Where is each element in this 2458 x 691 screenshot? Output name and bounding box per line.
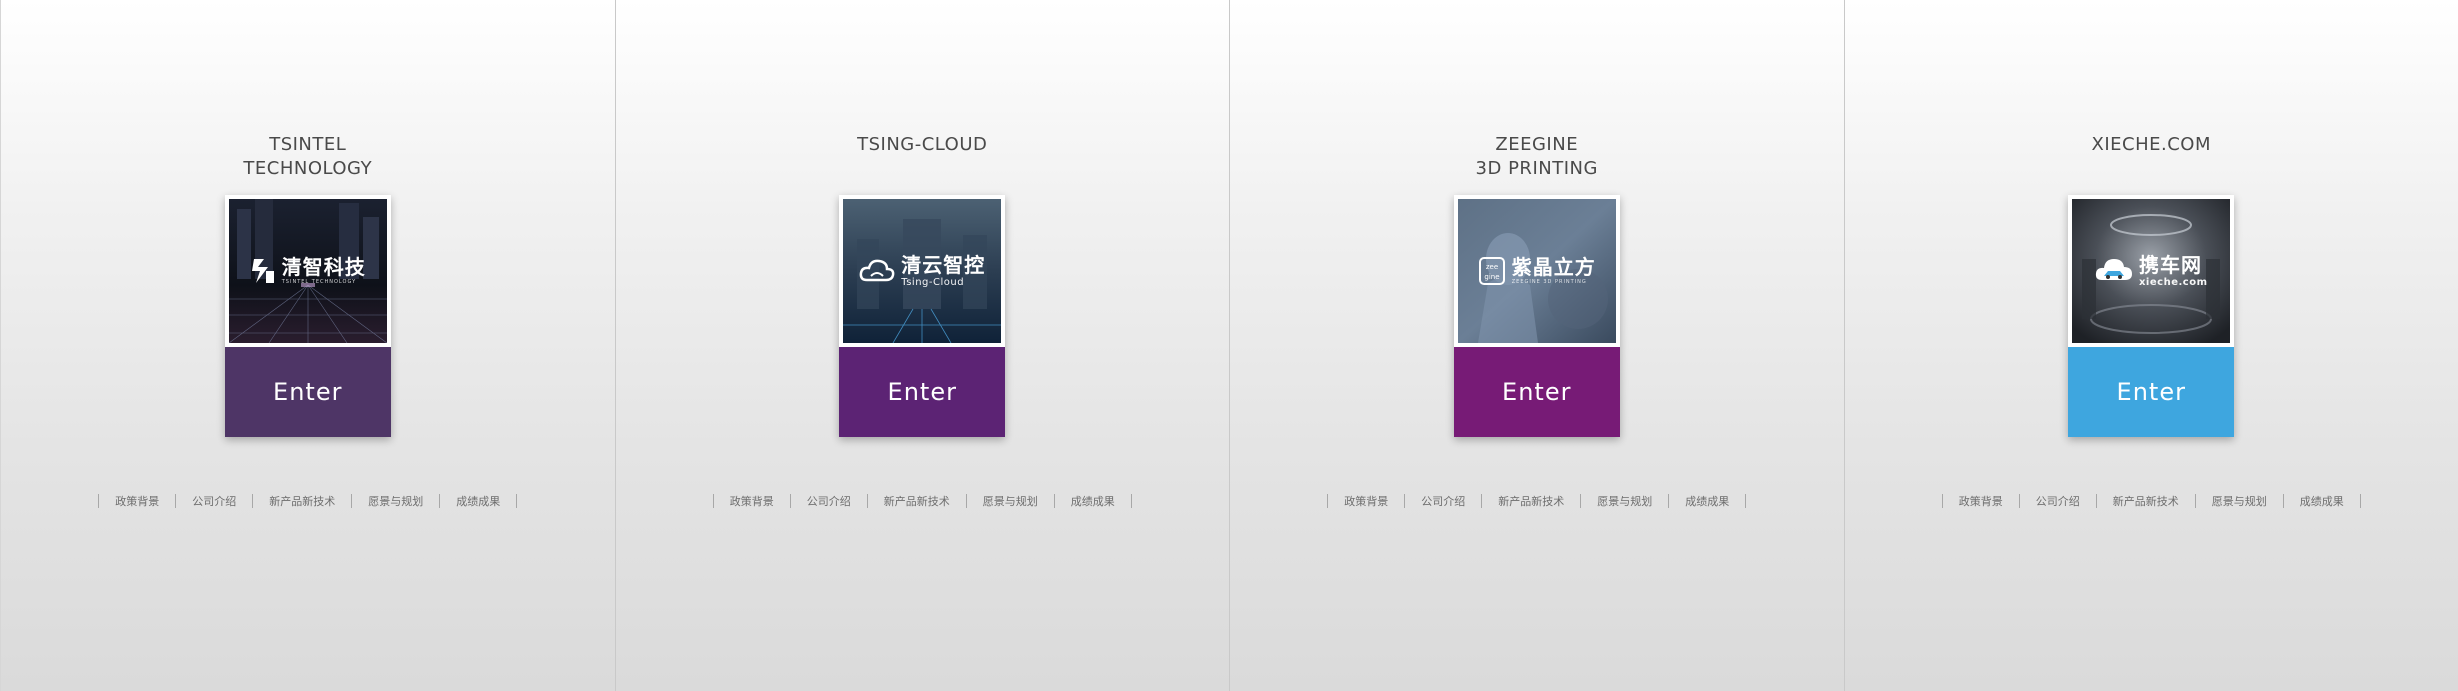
panel-nav: 政策背景 公司介绍 新产品新技术 愿景与规划 成绩成果 bbox=[1230, 493, 1844, 509]
zeegine-logo-icon: zee gine bbox=[1478, 257, 1505, 285]
title-line: ZEEGINE bbox=[1495, 134, 1579, 155]
logo-chinese-text: 清云智控 bbox=[901, 252, 986, 277]
company-card: 清云智控 Tsing-Cloud Enter bbox=[839, 195, 1006, 437]
nav-item-products[interactable]: 新产品新技术 bbox=[2097, 493, 2195, 509]
title-line: TSINTEL bbox=[269, 134, 347, 155]
logo-chinese-text: 紫晶立方 bbox=[1511, 255, 1596, 279]
title-line: TSING-CLOUD bbox=[857, 134, 988, 155]
nav-item-vision[interactable]: 愿景与规划 bbox=[967, 493, 1054, 509]
tsing-cloud-logo: 清云智控 Tsing-Cloud bbox=[859, 254, 985, 289]
logo-english-text: ZEEGINE 3D PRINTING bbox=[1511, 279, 1587, 285]
tsintel-logo-icon bbox=[251, 259, 274, 283]
title-line: TECHNOLOGY bbox=[243, 158, 373, 179]
nav-item-policy[interactable]: 政策背景 bbox=[1328, 493, 1404, 509]
nav-divider bbox=[2359, 494, 2361, 508]
zeegine-logo: zee gine 紫晶立方 ZEEGINE 3D PRINTING bbox=[1478, 256, 1596, 286]
panel-title: XIECHE.COM bbox=[1845, 133, 2458, 157]
panel-nav: 政策背景 公司介绍 新产品新技术 愿景与规划 成绩成果 bbox=[616, 493, 1230, 509]
company-card: 清智科技 TSINTEL TECHNOLOGY Enter bbox=[224, 195, 391, 437]
nav-item-achievements[interactable]: 成绩成果 bbox=[1055, 493, 1131, 509]
nav-item-vision[interactable]: 愿景与规划 bbox=[352, 493, 439, 509]
panel-tsintel: TSINTEL TECHNOLOGY 清智科技 TSINTEL TECHNOLO… bbox=[0, 0, 615, 691]
logo-english-text: Tsing-Cloud bbox=[901, 276, 965, 288]
page: TSINTEL TECHNOLOGY 清智科技 TSINTEL TECHNOLO… bbox=[0, 0, 2458, 691]
nav-item-achievements[interactable]: 成绩成果 bbox=[440, 493, 516, 509]
nav-item-policy[interactable]: 政策背景 bbox=[99, 493, 175, 509]
panel-nav: 政策背景 公司介绍 新产品新技术 愿景与规划 成绩成果 bbox=[1, 493, 615, 509]
svg-text:gine: gine bbox=[1484, 273, 1499, 281]
nav-divider bbox=[1130, 494, 1132, 508]
xieche-logo: 携车网 xieche.com bbox=[2095, 254, 2208, 289]
enter-button[interactable]: Enter bbox=[839, 347, 1006, 437]
company-thumbnail[interactable]: 携车网 xieche.com bbox=[2068, 195, 2235, 347]
enter-button[interactable]: Enter bbox=[1453, 347, 1620, 437]
nav-item-policy[interactable]: 政策背景 bbox=[714, 493, 790, 509]
logo-english-text: xieche.com bbox=[2138, 276, 2208, 288]
nav-item-about[interactable]: 公司介绍 bbox=[176, 493, 252, 509]
logo-english-text: TSINTEL TECHNOLOGY bbox=[281, 279, 357, 285]
nav-item-about[interactable]: 公司介绍 bbox=[1405, 493, 1481, 509]
nav-item-products[interactable]: 新产品新技术 bbox=[868, 493, 966, 509]
nav-item-about[interactable]: 公司介绍 bbox=[791, 493, 867, 509]
company-card: zee gine 紫晶立方 ZEEGINE 3D PRINTING Enter bbox=[1453, 195, 1620, 437]
title-line: XIECHE.COM bbox=[2091, 134, 2211, 155]
nav-item-achievements[interactable]: 成绩成果 bbox=[1669, 493, 1745, 509]
nav-item-about[interactable]: 公司介绍 bbox=[2020, 493, 2096, 509]
title-line: 3D PRINTING bbox=[1475, 158, 1598, 179]
nav-item-vision[interactable]: 愿景与规划 bbox=[1581, 493, 1668, 509]
nav-item-achievements[interactable]: 成绩成果 bbox=[2284, 493, 2360, 509]
nav-divider bbox=[516, 494, 518, 508]
panel-title: TSING-CLOUD bbox=[616, 133, 1230, 157]
company-card: 携车网 xieche.com Enter bbox=[2068, 195, 2235, 437]
nav-item-products[interactable]: 新产品新技术 bbox=[253, 493, 351, 509]
panel-xieche: XIECHE.COM 携车网 xieche.com Enter 政策背景 公司介… bbox=[1843, 0, 2458, 691]
company-thumbnail[interactable]: zee gine 紫晶立方 ZEEGINE 3D PRINTING bbox=[1453, 195, 1620, 347]
panel-tsing-cloud: TSING-CLOUD 清云智控 Tsing-Cloud Enter 政策背景 … bbox=[614, 0, 1230, 691]
panel-title: TSINTEL TECHNOLOGY bbox=[1, 133, 615, 181]
enter-button[interactable]: Enter bbox=[224, 347, 391, 437]
nav-item-vision[interactable]: 愿景与规划 bbox=[2196, 493, 2283, 509]
logo-chinese-text: 清智科技 bbox=[281, 255, 366, 279]
car-cloud-logo-icon bbox=[2095, 259, 2132, 280]
nav-item-products[interactable]: 新产品新技术 bbox=[1482, 493, 1580, 509]
tsintel-logo: 清智科技 TSINTEL TECHNOLOGY bbox=[250, 256, 366, 286]
nav-item-policy[interactable]: 政策背景 bbox=[1943, 493, 2019, 509]
enter-button[interactable]: Enter bbox=[2068, 347, 2235, 437]
logo-chinese-text: 携车网 bbox=[2138, 252, 2202, 277]
cloud-logo-icon bbox=[859, 259, 895, 282]
svg-text:zee: zee bbox=[1486, 263, 1498, 271]
panel-zeegine: ZEEGINE 3D PRINTING zee gine 紫晶立方 ZEEGIN… bbox=[1229, 0, 1844, 691]
company-thumbnail[interactable]: 清智科技 TSINTEL TECHNOLOGY bbox=[224, 195, 391, 347]
nav-divider bbox=[1745, 494, 1747, 508]
panel-nav: 政策背景 公司介绍 新产品新技术 愿景与规划 成绩成果 bbox=[1845, 493, 2458, 509]
panel-title: ZEEGINE 3D PRINTING bbox=[1230, 133, 1844, 181]
company-thumbnail[interactable]: 清云智控 Tsing-Cloud bbox=[839, 195, 1006, 347]
